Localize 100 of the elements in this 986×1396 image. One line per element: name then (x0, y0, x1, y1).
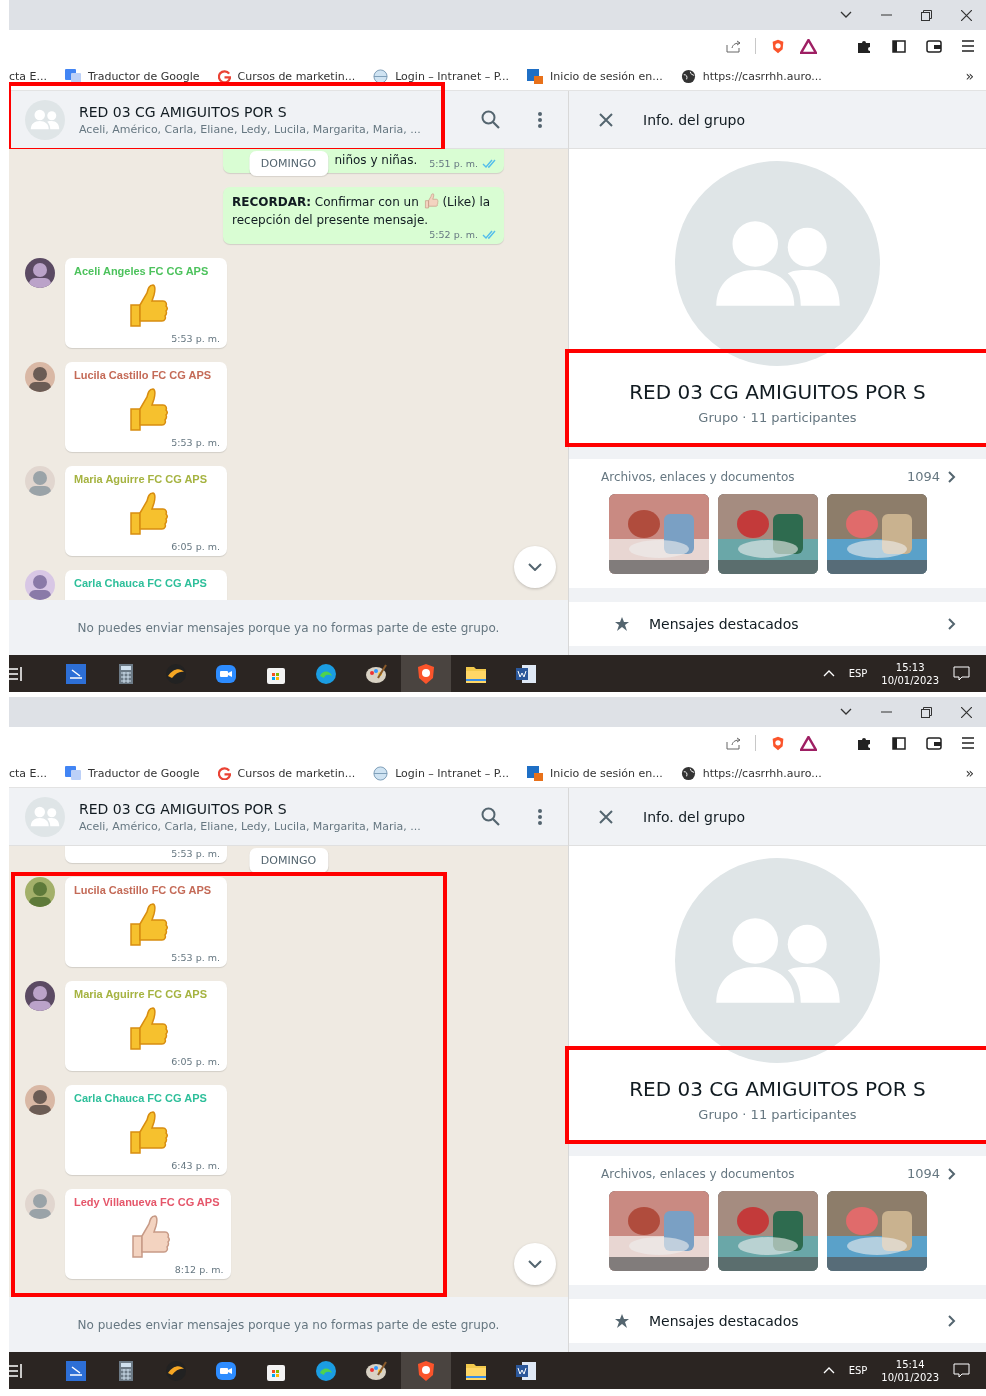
star-icon (615, 617, 629, 631)
document-scan-icon (64, 1358, 88, 1383)
group-participants: Grupo · 11 participantes (698, 1107, 857, 1122)
bookmark-link[interactable]: cta E... (9, 766, 48, 780)
clock[interactable]: 15:14 10/01/2023 (881, 1357, 939, 1384)
minimize-icon (881, 14, 892, 16)
search-icon (481, 807, 500, 826)
group-name: RED 03 CG AMIGUITOS POR S (629, 1077, 926, 1101)
translate-icon (65, 766, 82, 780)
bookmark-link[interactable]: Inicio de sesión en... (527, 68, 663, 84)
date-chip: DOMINGO (248, 151, 329, 176)
bookmark-link[interactable]: https://casrrhh.auro... (680, 68, 822, 84)
more-bookmarks-button[interactable]: » (965, 68, 974, 84)
chevron-right-icon (948, 1167, 956, 1180)
globe-icon (373, 68, 389, 84)
double-check-icon (482, 230, 497, 239)
chevron-right-icon (948, 470, 956, 483)
chevron-down-icon (528, 1260, 542, 1268)
bookmark-link[interactable]: Traductor de Google (65, 766, 200, 780)
clock[interactable]: 15:13 10/01/2023 (881, 660, 939, 687)
share-icon (726, 39, 741, 53)
swirl-icon (164, 1358, 188, 1383)
starred-messages-row[interactable]: Mensajes destacados (569, 1299, 986, 1343)
bookmark-link[interactable]: Login – Intranet – P... (373, 765, 510, 781)
thumbs-up-icon (422, 193, 439, 209)
chat-title: RED 03 CG AMIGUITOS POR S (79, 800, 288, 817)
chevron-right-icon (948, 1315, 956, 1327)
close-icon (961, 706, 972, 718)
task-view-icon (9, 1362, 23, 1379)
menu-icon (962, 40, 974, 52)
bookmark-link[interactable]: Cursos de marketin... (217, 69, 356, 83)
bookmark-link[interactable]: Login – Intranet – P... (373, 68, 510, 84)
notification-icon (953, 666, 970, 681)
globe-icon (680, 765, 696, 781)
shield-icon (770, 37, 786, 55)
task-view-icon (9, 665, 23, 682)
message-time: 5:53 p. m. (171, 848, 220, 859)
sidebar-icon (892, 736, 906, 750)
message-time: 8:12 p. m. (174, 1264, 224, 1275)
translate-icon (65, 69, 82, 83)
bookmark-link[interactable]: Inicio de sesión en... (527, 765, 663, 781)
message-time: 5:53 p. m. (171, 333, 220, 344)
bookmark-link[interactable]: https://casrrhh.auro... (680, 765, 822, 781)
globe-icon (680, 68, 696, 84)
group-icon (30, 109, 60, 130)
double-check-icon (482, 159, 497, 168)
close-button[interactable] (599, 112, 613, 127)
document-scan-icon (64, 661, 88, 686)
app-icon (527, 68, 544, 84)
message-time: 5:53 p. m. (171, 437, 220, 448)
wallet-icon (926, 39, 942, 53)
shield-icon (770, 734, 786, 752)
triangle-icon (800, 38, 817, 54)
bookmark-link[interactable]: Cursos de marketin... (217, 766, 356, 780)
chevron-up-icon (822, 670, 835, 677)
puzzle-icon (857, 38, 872, 54)
scroll-down-button[interactable] (514, 546, 556, 588)
sender-name: Maria Aguirre FC CG APS (74, 987, 209, 1002)
media-count: 1094 (906, 1166, 940, 1181)
date-chip: DOMINGO (248, 848, 329, 873)
member-list: Aceli, Américo, Carla, Eliane, Ledy, Lucila, Margarita, Maria, ... (79, 122, 467, 136)
more-options-icon (538, 808, 542, 825)
sender-name: Lucila Castillo FC CG APS (74, 368, 213, 383)
bookmark-link[interactable]: Traductor de Google (65, 69, 200, 83)
restore-icon (921, 9, 932, 21)
bookmark-link[interactable]: cta E... (9, 69, 48, 83)
message-time: 6:05 p. m. (171, 541, 220, 552)
sender-name: Maria Aguirre FC CG APS (74, 472, 209, 487)
wave-icon (314, 661, 338, 686)
language-indicator[interactable]: ESP (848, 668, 868, 679)
media-count: 1094 (906, 469, 940, 484)
scroll-down-button[interactable] (514, 1243, 556, 1285)
restore-icon (921, 706, 932, 718)
chevron-up-icon (822, 1367, 835, 1374)
starred-messages-row[interactable]: Mensajes destacados (569, 602, 986, 646)
group-name: RED 03 CG AMIGUITOS POR S (629, 380, 926, 404)
more-bookmarks-button[interactable]: » (965, 765, 974, 781)
message-time: 5:52 p. m. (429, 229, 497, 240)
close-icon (961, 9, 972, 21)
media-label: Archivos, enlaces y documentos (601, 469, 796, 484)
wallet-icon (926, 736, 942, 750)
circle-arc-icon (217, 69, 231, 83)
message-time: 6:43 p. m. (171, 1160, 220, 1171)
swirl-icon (164, 661, 188, 686)
close-icon (599, 112, 613, 127)
menu-icon (962, 737, 974, 749)
sender-name: Ledy Villanueva FC CG APS (74, 1195, 221, 1210)
language-indicator[interactable]: ESP (848, 1365, 868, 1376)
sender-name: Lucila Castillo FC CG APS (74, 883, 213, 898)
group-icon (30, 806, 60, 827)
sender-name: Carla Chauca FC CG APS (74, 576, 208, 591)
message-text: RECORDAR: Confirmar con un (Like) la recepción del presente mensaje. (232, 193, 492, 229)
chevron-down-icon (840, 11, 852, 19)
message-time: 5:51 p. m. (429, 158, 497, 169)
message-time: 6:05 p. m. (171, 1056, 220, 1067)
close-button[interactable] (599, 809, 613, 824)
minimize-icon (881, 711, 892, 713)
share-icon (726, 736, 741, 750)
chat-title: RED 03 CG AMIGUITOS POR S (79, 103, 288, 120)
circle-arc-icon (217, 766, 231, 780)
